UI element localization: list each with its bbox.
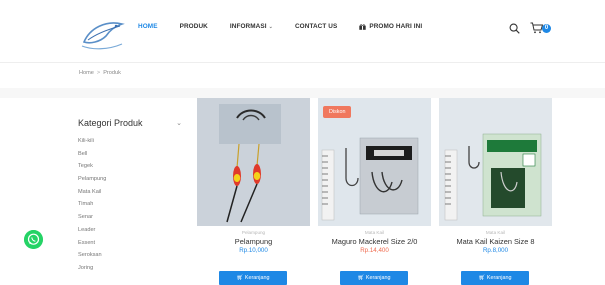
nav-promo-label: PROMO HARI INI [369, 23, 423, 30]
discount-badge: Diskon [323, 106, 352, 118]
category-item-essent[interactable]: Essent [78, 237, 188, 250]
category-item-joring[interactable]: Joring [78, 262, 188, 275]
gift-icon [359, 23, 367, 30]
nav-produk[interactable]: PRODUK [180, 23, 208, 30]
product-card[interactable]: Diskon Mata Kail Maguro Mackerel Size 2/… [318, 98, 431, 285]
category-item-pelampung[interactable]: Pelampung [78, 173, 188, 186]
cart-count-badge: 0 [542, 24, 551, 33]
breadcrumb: Home > Produk [79, 70, 121, 76]
product-category: Pelampung [241, 230, 266, 235]
main-nav: HOME PRODUK INFORMASI ⌄ CONTACT US PROMO … [138, 23, 444, 30]
category-list: Kili-kili Bell Tegek Pelampung Mata Kail… [78, 135, 188, 275]
product-price: Rp.10,000 [239, 247, 268, 254]
product-card[interactable]: Pelampung Pelampung Rp.10,000 🛒︎ Keranja… [197, 98, 310, 285]
content-band [0, 88, 605, 98]
category-sidebar: Kategori Produk ⌄ Kili-kili Bell Tegek P… [78, 118, 188, 275]
search-icon[interactable] [509, 23, 520, 34]
category-item-mata-kail[interactable]: Mata Kail [78, 186, 188, 199]
breadcrumb-home[interactable]: Home [79, 70, 94, 76]
header-divider [0, 62, 605, 63]
category-item-senar[interactable]: Senar [78, 211, 188, 224]
category-item-timah[interactable]: Timah [78, 198, 188, 211]
product-image[interactable] [197, 98, 310, 226]
add-to-cart-button[interactable]: 🛒︎ Keranjang [461, 271, 529, 285]
category-item-bell[interactable]: Bell [78, 148, 188, 161]
product-category: Mata Kail [485, 230, 506, 235]
sidebar-title: Kategori Produk [78, 118, 143, 128]
product-price: Rp.8,000 [482, 247, 509, 254]
breadcrumb-current: Produk [103, 70, 121, 76]
add-to-cart-button[interactable]: 🛒︎ Keranjang [219, 271, 287, 285]
product-price: Rp.14,400 [360, 247, 389, 254]
category-item-kili-kili[interactable]: Kili-kili [78, 135, 188, 148]
cart-icon: 🛒︎ [478, 275, 486, 281]
breadcrumb-separator: > [96, 70, 101, 76]
category-toggle[interactable]: Kategori Produk ⌄ [78, 118, 188, 132]
fish-logo[interactable] [76, 10, 128, 52]
add-to-cart-label: Keranjang [365, 275, 391, 281]
chevron-down-icon: ⌄ [268, 24, 273, 30]
nav-contact-us[interactable]: CONTACT US [295, 23, 337, 30]
category-item-leader[interactable]: Leader [78, 224, 188, 237]
product-image[interactable] [439, 98, 552, 226]
product-name[interactable]: Mata Kail Kaizen Size 8 [439, 237, 552, 246]
category-item-seroksan[interactable]: Seroksan [78, 249, 188, 262]
category-item-tegek[interactable]: Tegek [78, 160, 188, 173]
nav-informasi[interactable]: INFORMASI ⌄ [230, 23, 273, 30]
add-to-cart-label: Keranjang [244, 275, 270, 281]
nav-informasi-label: INFORMASI [229, 23, 267, 30]
whatsapp-icon[interactable] [24, 230, 43, 249]
nav-promo[interactable]: PROMO HARI INI [359, 23, 422, 30]
cart-icon: 🛒︎ [357, 275, 365, 281]
product-name[interactable]: Maguro Mackerel Size 2/0 [318, 237, 431, 246]
add-to-cart-label: Keranjang [486, 275, 512, 281]
product-category: Mata Kail [364, 230, 385, 235]
add-to-cart-button[interactable]: 🛒︎ Keranjang [340, 271, 408, 285]
product-name[interactable]: Pelampung [197, 237, 310, 246]
product-card[interactable]: Mata Kail Mata Kail Kaizen Size 8 Rp.8,0… [439, 98, 552, 285]
site-header: HOME PRODUK INFORMASI ⌄ CONTACT US PROMO … [0, 0, 605, 62]
nav-home[interactable]: HOME [138, 23, 158, 30]
chevron-down-icon: ⌄ [176, 120, 182, 127]
cart-icon: 🛒︎ [236, 275, 244, 281]
